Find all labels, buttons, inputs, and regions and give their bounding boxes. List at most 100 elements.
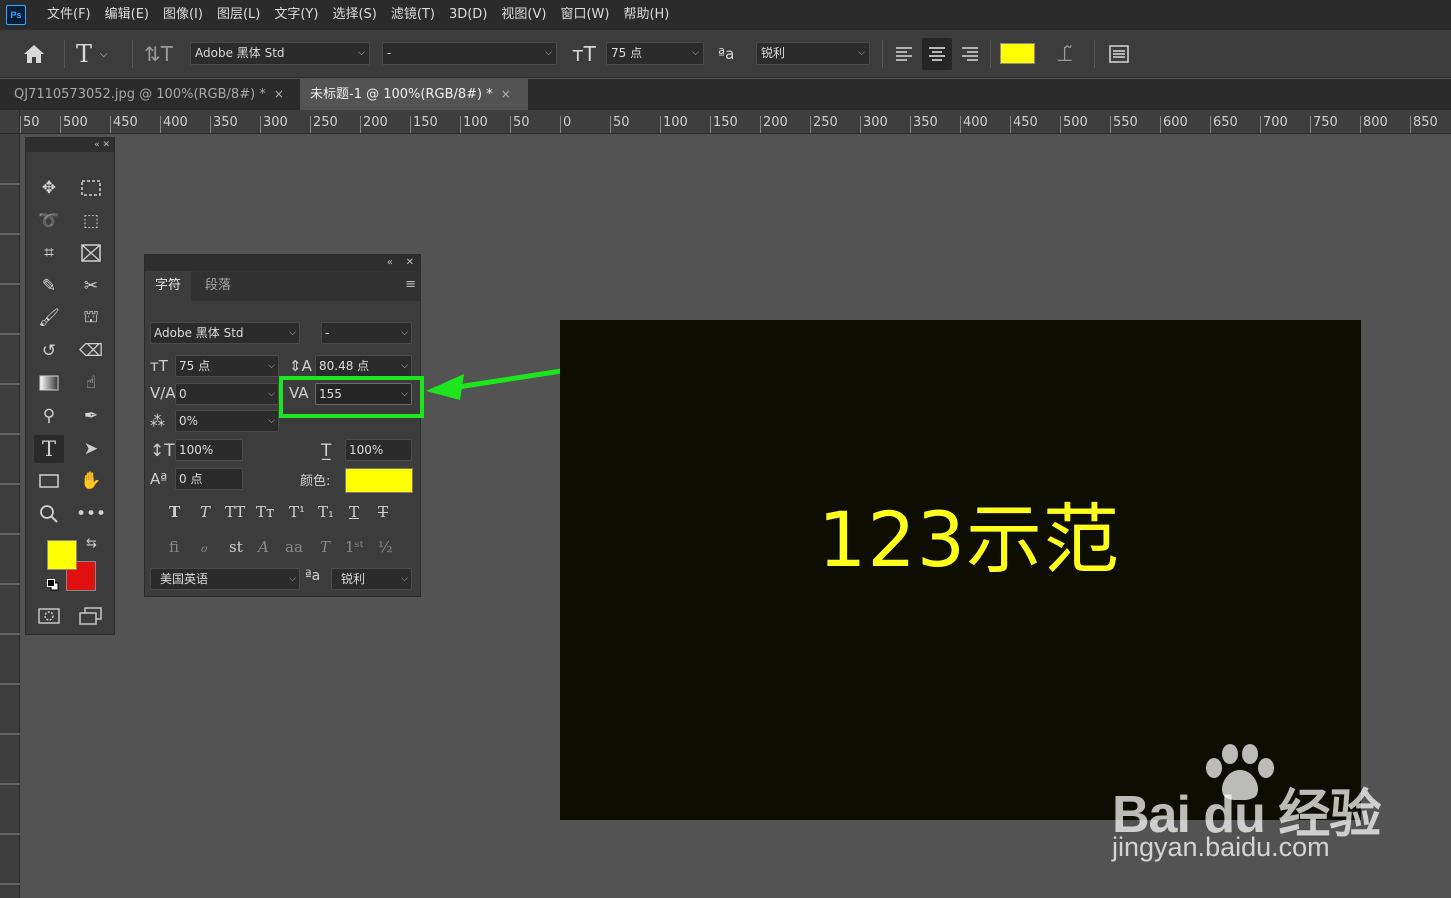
menu-file[interactable]: 文件(F) — [40, 0, 98, 30]
hand-tool-icon[interactable]: ✋ — [76, 467, 106, 495]
type-tool-icon[interactable]: T — [34, 435, 64, 463]
small-caps-icon[interactable]: Tᴛ — [256, 503, 274, 521]
panel-antialias-select[interactable]: 锐利 ⌵ — [331, 568, 412, 590]
tsume-icon: ⁂ — [150, 412, 165, 430]
align-center-icon[interactable] — [922, 38, 952, 70]
panel-menu-icon[interactable]: ≡ — [405, 277, 416, 292]
close-icon[interactable]: × — [501, 87, 511, 101]
panel-font-family-select[interactable]: Adobe 黑体 Std ⌵ — [150, 322, 300, 344]
pen-tool-icon[interactable]: ✒ — [76, 402, 106, 430]
character-panel: « ✕ 字符 段落 ≡ Adobe 黑体 Std ⌵ - ⌵ ᴛT 75 点 ⌵ ⇕A… — [144, 254, 421, 597]
marquee-tool-icon[interactable] — [76, 174, 106, 202]
horizontal-scale-icon: T̲ — [321, 441, 332, 461]
text-color-swatch[interactable] — [1000, 43, 1035, 64]
ordinals-icon[interactable]: 1ˢᵗ — [345, 538, 363, 556]
swap-colors-icon[interactable]: ⇆ — [86, 536, 97, 551]
subscript-icon[interactable]: T₁ — [318, 503, 334, 521]
healing-brush-tool-icon[interactable]: ✂ — [76, 272, 106, 300]
lasso-tool-icon[interactable]: ➰ — [34, 207, 64, 235]
menu-window[interactable]: 窗口(W) — [553, 0, 616, 30]
swash-icon[interactable]: A — [258, 538, 269, 556]
panel-leading-select[interactable]: 80.48 点 ⌵ — [315, 355, 412, 377]
menu-filter[interactable]: 滤镜(T) — [384, 0, 442, 30]
panel-baseline-shift-input[interactable]: 0 点 — [175, 468, 243, 490]
superscript-icon[interactable]: T¹ — [289, 503, 305, 521]
tab-paragraph[interactable]: 段落 — [195, 271, 241, 301]
dodge-tool-icon[interactable]: ⚲ — [34, 402, 64, 430]
titling-alternates-icon[interactable]: T — [320, 538, 330, 556]
object-selection-tool-icon[interactable]: ⬚ — [76, 207, 106, 235]
kerning-icon: V/A — [150, 384, 176, 402]
strikethrough-icon[interactable]: T — [378, 503, 388, 521]
eraser-tool-icon[interactable]: ⌫ — [76, 337, 106, 365]
ruler-label: 600 — [1160, 116, 1188, 133]
tab-document-jpg[interactable]: QJ7110573052.jpg @ 100%(RGB/8#) * × — [4, 79, 294, 110]
photoshop-logo-icon: Ps — [6, 5, 26, 25]
faux-bold-icon[interactable]: T — [169, 503, 180, 521]
frame-tool-icon[interactable] — [76, 239, 106, 267]
canvas-text-layer[interactable]: 123示范 — [818, 478, 1120, 588]
clone-stamp-tool-icon[interactable]: ⛫ — [76, 304, 106, 332]
align-left-icon[interactable] — [894, 30, 914, 78]
foreground-color-swatch[interactable] — [47, 540, 77, 570]
history-brush-tool-icon[interactable]: ↺ — [34, 337, 64, 365]
move-tool-icon[interactable]: ✥ — [34, 174, 64, 202]
font-size-select[interactable]: 75 点 ⌵ — [606, 42, 704, 65]
tab-document-untitled[interactable]: 未标题-1 @ 100%(RGB/8#) * × — [300, 79, 528, 110]
antialias-select[interactable]: 锐利 ⌵ — [756, 42, 870, 65]
panel-font-size-select[interactable]: 75 点 ⌵ — [175, 355, 279, 377]
crop-tool-icon[interactable]: ⌗ — [34, 239, 64, 267]
gradient-tool-icon[interactable] — [34, 369, 64, 397]
default-colors-icon[interactable] — [47, 579, 59, 591]
underline-icon[interactable]: T — [349, 503, 359, 521]
vertical-ruler — [0, 134, 20, 898]
character-panel-toggle-icon[interactable] — [1108, 30, 1130, 78]
panel-tsume-select[interactable]: 0% ⌵ — [175, 410, 279, 432]
path-selection-tool-icon[interactable]: ➤ — [76, 435, 106, 463]
stylistic-alternates-icon[interactable]: aa — [285, 538, 303, 556]
align-right-icon[interactable] — [960, 30, 980, 78]
eyedropper-tool-icon[interactable]: ✎ — [34, 272, 64, 300]
ruler-label: 250 — [810, 116, 838, 133]
ruler-label: 850 — [1410, 116, 1438, 133]
panel-horizontal-scale-input[interactable]: 100% — [345, 439, 412, 461]
warp-text-icon[interactable]: ⊥̃ — [1056, 30, 1073, 78]
menu-layer[interactable]: 图层(L) — [210, 0, 267, 30]
tab-character[interactable]: 字符 — [145, 271, 192, 301]
more-tools-icon[interactable]: ••• — [76, 500, 106, 528]
panel-font-style-select[interactable]: - ⌵ — [321, 322, 412, 344]
panel-color-swatch[interactable] — [345, 468, 413, 493]
menu-type[interactable]: 文字(Y) — [267, 0, 325, 30]
zoom-tool-icon[interactable] — [34, 500, 64, 528]
ruler-label: 400 — [160, 116, 188, 133]
old-style-icon[interactable]: ℴ — [200, 538, 207, 556]
close-icon[interactable]: × — [274, 87, 284, 101]
discretionary-ligatures-icon[interactable]: st — [229, 538, 243, 556]
smudge-tool-icon[interactable]: ☝ — [76, 369, 106, 397]
quick-mask-icon[interactable] — [34, 602, 64, 630]
faux-italic-icon[interactable]: T — [200, 503, 210, 521]
menu-edit[interactable]: 编辑(E) — [98, 0, 156, 30]
panel-language-select[interactable]: 美国英语 ⌵ — [150, 568, 300, 590]
fractions-icon[interactable]: ½ — [378, 538, 393, 556]
font-family-select[interactable]: Adobe 黑体 Std ⌵ — [190, 42, 370, 65]
brush-tool-icon[interactable]: 🖌 — [34, 304, 64, 332]
menu-3d[interactable]: 3D(D) — [442, 0, 494, 30]
screen-mode-icon[interactable] — [76, 602, 106, 630]
font-style-select[interactable]: - ⌵ — [382, 42, 557, 65]
menu-view[interactable]: 视图(V) — [494, 0, 553, 30]
panel-kerning-select[interactable]: 0 ⌵ — [175, 383, 279, 405]
menu-help[interactable]: 帮助(H) — [616, 0, 676, 30]
ruler-label: 50 — [610, 116, 630, 133]
all-caps-icon[interactable]: TT — [225, 503, 245, 521]
menu-image[interactable]: 图像(I) — [156, 0, 210, 30]
ligatures-icon[interactable]: fi — [169, 538, 179, 556]
ruler-label: 700 — [1260, 116, 1288, 133]
rectangle-tool-icon[interactable] — [34, 467, 64, 495]
menu-select[interactable]: 选择(S) — [325, 0, 383, 30]
ruler-label: 0 — [560, 116, 571, 133]
text-orientation-icon[interactable]: ⇅T — [144, 30, 173, 78]
type-tool-preset-icon[interactable]: T ⌵ — [76, 30, 108, 78]
panel-vertical-scale-input[interactable]: 100% — [175, 439, 243, 461]
home-icon[interactable] — [22, 30, 46, 78]
